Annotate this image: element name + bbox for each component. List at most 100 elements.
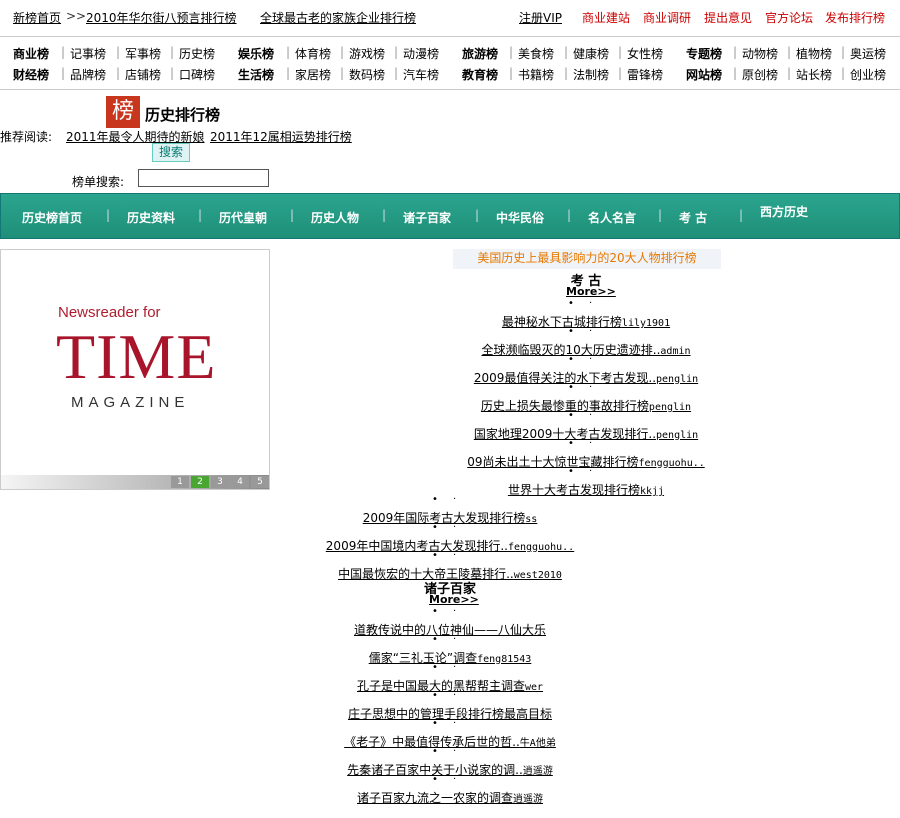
bullet-icon: · (589, 298, 593, 309)
archaeology-item-7[interactable]: 2009年国际考古大发现排行榜ss (363, 509, 538, 526)
category-row1-item-13[interactable]: 动物榜 (742, 45, 778, 62)
category-row2-item-14[interactable]: 站长榜 (796, 66, 832, 83)
category-row2-item-0[interactable]: 财经榜 (13, 66, 49, 83)
archaeology-item-8[interactable]: 2009年中国境内考古大发现排行..fengguohu.. (326, 537, 574, 554)
bullet-icon: · (589, 466, 593, 477)
archaeology-item-0[interactable]: 最神秘水下古城排行榜lily1901 (502, 313, 670, 330)
category-divider: | (509, 66, 514, 80)
category-row1-item-2[interactable]: 军事榜 (125, 45, 161, 62)
category-row2-item-8[interactable]: 教育榜 (462, 66, 498, 83)
philosophers-item-5[interactable]: 先秦诸子百家中关于小说家的调..逍遥游 (347, 761, 553, 778)
news-link-2[interactable]: 全球最古老的家族企业排行榜 (260, 9, 416, 26)
more-link-archaeology[interactable]: More>> (566, 285, 616, 298)
nav-divider: | (382, 208, 387, 222)
category-row1-item-10[interactable]: 健康榜 (573, 45, 609, 62)
pager-button-2[interactable]: 2 (191, 476, 209, 488)
bullet-icon: • (568, 438, 574, 449)
category-row2-item-15[interactable]: 创业榜 (850, 66, 886, 83)
category-row2-item-13[interactable]: 原创榜 (742, 66, 778, 83)
nav-item-1[interactable]: 历史资料 (127, 209, 175, 226)
search-input[interactable] (138, 169, 269, 187)
more-link-philosophers[interactable]: More>> (429, 593, 479, 606)
category-row1-item-3[interactable]: 历史榜 (179, 45, 215, 62)
category-row2-item-12[interactable]: 网站榜 (686, 66, 722, 83)
category-row1-item-9[interactable]: 美食榜 (518, 45, 554, 62)
category-row1-item-14[interactable]: 植物榜 (796, 45, 832, 62)
banner-title: TIME (56, 321, 217, 392)
pager-button-4[interactable]: 4 (231, 476, 249, 488)
entry-author: 逍遥游 (513, 794, 544, 805)
category-row2-item-11[interactable]: 雷锋榜 (627, 66, 663, 83)
home-link[interactable]: 新榜首页 (13, 9, 61, 26)
category-row2-item-1[interactable]: 品牌榜 (70, 66, 106, 83)
philosophers-item-6[interactable]: 诸子百家九流之一农家的调查逍遥游 (357, 789, 543, 806)
nav-item-0[interactable]: 历史榜首页 (22, 209, 82, 226)
philosophers-item-3[interactable]: 庄子思想中的管理手段排行榜最高目标 (348, 705, 552, 722)
category-row2-item-3[interactable]: 口碑榜 (179, 66, 215, 83)
top-link-business-site[interactable]: 商业建站 (582, 9, 630, 26)
category-row2-item-9[interactable]: 书籍榜 (518, 66, 554, 83)
top-link-forum[interactable]: 官方论坛 (765, 9, 813, 26)
entry-title: 儒家“三礼玉论”调查 (368, 651, 478, 665)
category-row1-item-7[interactable]: 动漫榜 (403, 45, 439, 62)
archaeology-item-1[interactable]: 全球濒临毁灭的10大历史遗迹排..admin (481, 341, 690, 358)
search-button[interactable]: 搜索 (152, 143, 190, 162)
philosophers-item-1[interactable]: 儒家“三礼玉论”调查feng81543 (369, 649, 532, 666)
nav-item-8[interactable]: 西方历史 (760, 203, 808, 220)
recommend-label: 推荐阅读: (0, 130, 53, 144)
archaeology-item-4[interactable]: 国家地理2009十大考古发现排行..penglin (474, 425, 698, 442)
category-row2-item-5[interactable]: 家居榜 (295, 66, 331, 83)
category-row1-item-6[interactable]: 游戏榜 (349, 45, 385, 62)
entry-title: 国家地理2009十大考古发现排行.. (473, 427, 657, 441)
nav-item-3[interactable]: 历史人物 (311, 209, 359, 226)
pager-button-5[interactable]: 5 (251, 476, 269, 488)
category-row1-item-5[interactable]: 体育榜 (295, 45, 331, 62)
category-divider: | (564, 66, 569, 80)
bullet-icon: • (432, 634, 438, 645)
entry-title: 孔子是中国最大的黑帮帮主调查 (356, 679, 525, 693)
archaeology-item-6[interactable]: 世界十大考古发现排行榜kkjj (508, 481, 664, 498)
category-divider: | (286, 45, 291, 59)
category-row1-item-1[interactable]: 记事榜 (70, 45, 106, 62)
pager-button-3[interactable]: 3 (211, 476, 229, 488)
entry-author: lily1901 (621, 318, 671, 329)
nav-item-4[interactable]: 诸子百家 (403, 209, 451, 226)
news-link-1[interactable]: 2010年华尔街八预言排行榜 (86, 9, 237, 26)
category-row2-item-10[interactable]: 法制榜 (573, 66, 609, 83)
category-row2-item-4[interactable]: 生活榜 (238, 66, 274, 83)
category-row1-item-4[interactable]: 娱乐榜 (238, 45, 274, 62)
category-row1-item-11[interactable]: 女性榜 (627, 45, 663, 62)
recommend-link-2[interactable]: 2011年12属相运势排行榜 (210, 128, 352, 145)
category-row2-item-2[interactable]: 店铺榜 (125, 66, 161, 83)
philosophers-item-4[interactable]: 《老子》中最值得传承后世的哲..牛A他弟 (344, 733, 556, 750)
archaeology-item-2[interactable]: 2009最值得关注的水下考古发现..penglin (474, 369, 698, 386)
top-link-feedback[interactable]: 提出意见 (704, 9, 752, 26)
category-row1-item-0[interactable]: 商业榜 (13, 45, 49, 62)
category-row1-item-12[interactable]: 专题榜 (686, 45, 722, 62)
nav-item-7[interactable]: 考 古 (679, 209, 707, 226)
register-vip-link[interactable]: 注册VIP (519, 9, 562, 26)
bullet-icon: • (432, 774, 438, 785)
nav-item-5[interactable]: 中华民俗 (496, 209, 544, 226)
entry-author: fengguohu.. (507, 542, 575, 553)
nav-item-2[interactable]: 历代皇朝 (219, 209, 267, 226)
category-row1-item-8[interactable]: 旅游榜 (462, 45, 498, 62)
top-link-publish[interactable]: 发布排行榜 (825, 9, 885, 26)
banner-subtitle: Newsreader for (58, 304, 161, 321)
category-row2-item-6[interactable]: 数码榜 (349, 66, 385, 83)
entry-title: 09尚未出土十大惊世宝藏排行榜 (467, 455, 639, 469)
category-row2-item-7[interactable]: 汽车榜 (403, 66, 439, 83)
philosophers-item-2[interactable]: 孔子是中国最大的黑帮帮主调查wer (357, 677, 543, 694)
nav-item-6[interactable]: 名人名言 (588, 209, 636, 226)
category-divider: | (841, 45, 846, 59)
featured-headline[interactable]: 美国历史上最具影响力的20大人物排行榜 (453, 249, 721, 269)
pager-button-1[interactable]: 1 (171, 476, 189, 488)
top-link-business-research[interactable]: 商业调研 (643, 9, 691, 26)
bullet-icon: · (589, 326, 593, 337)
philosophers-item-0[interactable]: 道教传说中的八位神仙——八仙大乐 (354, 621, 546, 638)
banner-slideshow[interactable]: Newsreader for TIME MAGAZINE 12345 (0, 249, 270, 490)
archaeology-item-5[interactable]: 09尚未出土十大惊世宝藏排行榜fengguohu.. (467, 453, 705, 470)
category-row1-item-15[interactable]: 奥运榜 (850, 45, 886, 62)
archaeology-item-3[interactable]: 历史上损失最惨重的事故排行榜penglin (481, 397, 691, 414)
bullet-icon: · (589, 438, 593, 449)
